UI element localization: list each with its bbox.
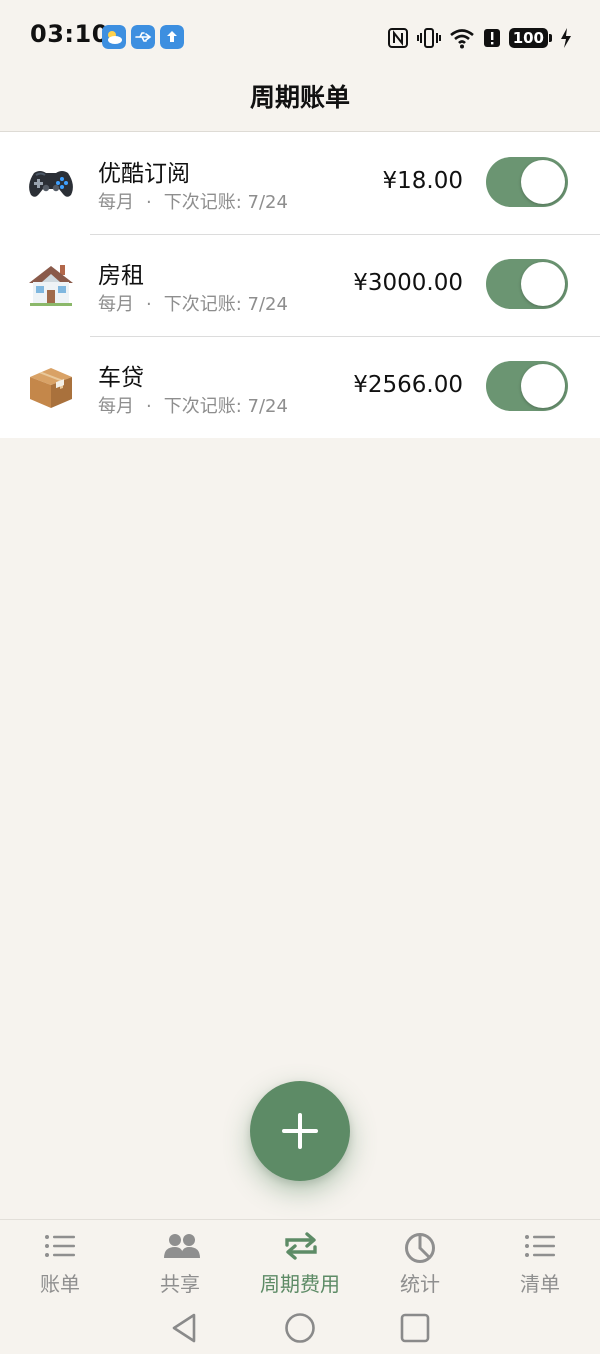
house-icon — [29, 265, 73, 306]
bill-next-date: 下次记账: 7/24 — [163, 396, 288, 417]
people-icon — [164, 1234, 200, 1258]
pie-chart-icon — [405, 1233, 435, 1263]
bottom-nav: 账单 共享 周期费用 统计 清单 — [0, 1219, 600, 1299]
bill-schedule: 每月 · 下次记账: 7/24 — [98, 290, 288, 316]
vibrate-icon — [416, 28, 441, 48]
toggle-knob — [521, 160, 565, 204]
bill-row-youku[interactable]: 优酷订阅 每月 · 下次记账: 7/24 ¥18.00 — [0, 132, 600, 234]
bill-name: 车贷 — [98, 365, 144, 391]
nav-item-checklist[interactable]: 清单 — [480, 1220, 600, 1300]
bill-row-rent[interactable]: 房租 每月 · 下次记账: 7/24 ¥3000.00 — [0, 234, 600, 336]
nav-item-stats[interactable]: 统计 — [360, 1220, 480, 1300]
charging-icon — [561, 28, 571, 48]
status-bar: 03:10 100 — [0, 0, 600, 74]
bill-enabled-toggle[interactable] — [486, 361, 568, 411]
nav-label: 周期费用 — [260, 1272, 340, 1296]
list-icon — [45, 1235, 75, 1257]
bill-amount: ¥3000.00 — [353, 270, 463, 296]
bill-amount: ¥2566.00 — [353, 372, 463, 398]
nav-label: 统计 — [400, 1272, 440, 1296]
bill-schedule: 每月 · 下次记账: 7/24 — [98, 188, 288, 214]
bill-frequency: 每月 — [98, 192, 134, 213]
battery-level: 100 — [508, 28, 548, 48]
status-indicators: 100 — [387, 24, 572, 52]
plus-icon — [282, 1113, 318, 1149]
nfc-icon — [387, 28, 408, 48]
toggle-knob — [521, 364, 565, 408]
meta-separator: · — [146, 294, 152, 315]
page-title: 周期账单 — [249, 83, 350, 112]
upload-icon — [160, 25, 184, 49]
bill-row-car-loan[interactable]: 车贷 每月 · 下次记账: 7/24 ¥2566.00 — [0, 336, 600, 438]
bill-schedule: 每月 · 下次记账: 7/24 — [98, 392, 288, 418]
meta-separator: · — [146, 396, 152, 417]
nav-label: 共享 — [160, 1272, 200, 1296]
nav-label: 账单 — [40, 1272, 80, 1296]
bill-next-date: 下次记账: 7/24 — [163, 192, 288, 213]
nav-item-shared[interactable]: 共享 — [120, 1220, 240, 1300]
list-icon — [525, 1235, 555, 1257]
bill-list: 优酷订阅 每月 · 下次记账: 7/24 ¥18.00 房租 每月 · 下次记账: 7/… — [0, 132, 600, 438]
gamepad-icon — [29, 171, 73, 197]
system-nav-bar — [0, 1300, 600, 1354]
meta-separator: · — [146, 192, 152, 213]
status-time: 03:10 — [30, 20, 109, 48]
nav-item-bills[interactable]: 账单 — [0, 1220, 120, 1300]
periodic-bills-screen: 03:10 100 周期账单 优酷订阅 每月 · 下次记账: 7/24 ¥18.… — [0, 0, 600, 1354]
bill-amount: ¥18.00 — [382, 168, 463, 194]
usb-icon — [131, 25, 155, 49]
package-box-icon — [30, 368, 72, 408]
bill-name: 优酷订阅 — [98, 161, 190, 187]
toggle-knob — [521, 262, 565, 306]
bill-frequency: 每月 — [98, 294, 134, 315]
weather-app-icon — [102, 25, 126, 49]
bill-frequency: 每月 — [98, 396, 134, 417]
bill-enabled-toggle[interactable] — [486, 157, 568, 207]
nav-label: 清单 — [520, 1272, 560, 1296]
repeat-icon — [285, 1232, 317, 1260]
wifi-icon — [449, 29, 474, 49]
recents-icon[interactable] — [400, 1312, 430, 1344]
alert-icon — [483, 29, 500, 47]
battery-indicator: 100 — [508, 28, 552, 48]
bill-name: 房租 — [98, 263, 144, 289]
nav-item-recurring[interactable]: 周期费用 — [240, 1220, 360, 1300]
bill-next-date: 下次记账: 7/24 — [163, 294, 288, 315]
battery-tip — [549, 34, 552, 42]
home-icon[interactable] — [284, 1312, 316, 1344]
bill-enabled-toggle[interactable] — [486, 259, 568, 309]
add-bill-button[interactable] — [250, 1081, 350, 1181]
back-icon[interactable] — [170, 1312, 198, 1344]
